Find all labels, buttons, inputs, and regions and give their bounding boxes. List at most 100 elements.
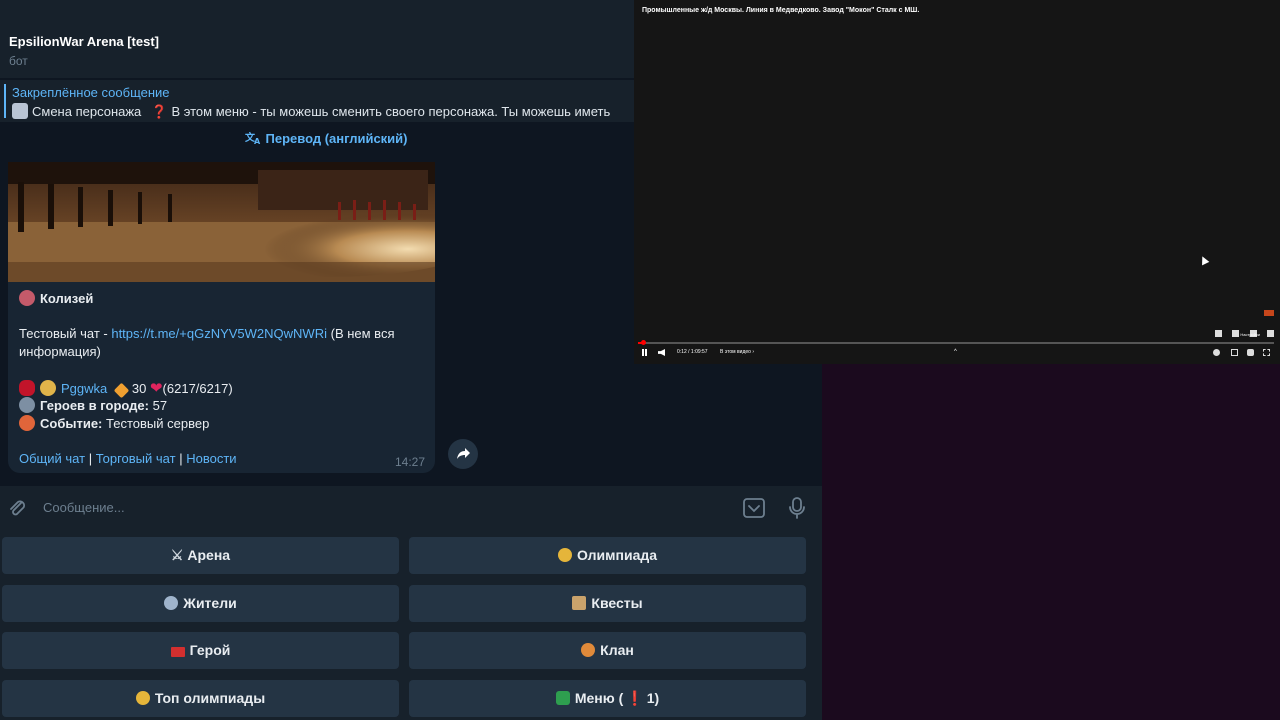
video-player[interactable]: Промышленные ж/д Москвы. Линия в Медведк…: [634, 0, 1280, 364]
pinned-text: В этом меню - ты можешь сменить своего п…: [171, 104, 611, 119]
kb-label: Жители: [183, 595, 237, 611]
video-chapter[interactable]: В этом видео ›: [720, 349, 754, 355]
kb-label: Герой: [189, 642, 231, 658]
heroes-count: 57: [152, 398, 168, 413]
kb-button-hero[interactable]: Герой: [2, 632, 399, 669]
test-chat-note: (В нем вся: [330, 326, 395, 341]
microphone-icon[interactable]: [786, 496, 808, 520]
message-composer: Сообщение...: [0, 486, 822, 530]
brush-icon: [19, 415, 35, 431]
medal-icon: [557, 548, 572, 562]
forward-button[interactable]: [448, 439, 478, 469]
translate-icon: 文 A: [245, 131, 261, 145]
pinned-accent-bar: [4, 84, 6, 118]
person-icon: [12, 103, 28, 119]
video-title: Промышленные ж/д Москвы. Линия в Медведк…: [642, 7, 920, 14]
message-input[interactable]: Сообщение...: [43, 500, 125, 515]
pinned-title: Закреплённое сообщение: [12, 85, 170, 100]
general-chat-link[interactable]: Общий чат: [19, 451, 85, 466]
event-label: Событие:: [40, 416, 103, 431]
medal-icon: [135, 691, 150, 705]
share-icon[interactable]: [1267, 330, 1274, 337]
cast-icon[interactable]: [1247, 349, 1254, 356]
paperclip-icon[interactable]: [6, 497, 28, 519]
kb-label: Олимпиада: [576, 547, 658, 563]
test-chat-line: Тестовый чат - https://t.me/+qGzNYV5W2NQ…: [19, 326, 394, 341]
kb-button-arena[interactable]: ⚔ Арена: [2, 537, 399, 574]
translate-button[interactable]: 文 A Перевод (английский): [245, 131, 408, 146]
crossed-swords-icon: ⚔: [170, 547, 184, 563]
red-exclamation-icon: ❗: [626, 690, 644, 706]
settings-label: Настройки: [1240, 332, 1260, 337]
flag-icon: [170, 647, 185, 657]
kb-button-menu[interactable]: Меню (❗ 1): [409, 680, 806, 717]
kb-label: Квесты: [591, 595, 643, 611]
people-icon: [19, 397, 35, 413]
link-separator: |: [88, 451, 93, 466]
bot-keyboard-icon[interactable]: [742, 496, 766, 520]
event-line: Событие: Тестовый сервер: [19, 415, 209, 431]
player-name[interactable]: Pggwka: [61, 381, 107, 396]
kb-label: Клан: [600, 642, 634, 658]
heart-icon: ❤: [149, 380, 163, 397]
kb-button-clan[interactable]: Клан: [409, 632, 806, 669]
chat-title[interactable]: EpsilionWar Arena [test]: [9, 34, 159, 49]
links-line: Общий чат | Торговый чат | Новости: [19, 451, 237, 466]
chevron-up-icon[interactable]: ^: [954, 349, 957, 355]
location-line: Колизей: [19, 290, 93, 306]
location-name: Колизей: [40, 291, 94, 306]
kb-button-quests[interactable]: Квесты: [409, 585, 806, 622]
kb-label: Топ олимпиады: [154, 690, 266, 706]
svg-text:A: A: [254, 137, 261, 145]
bot-keyboard: ⚔ Арена Олимпиада Жители Квесты Герой Кл…: [0, 530, 822, 720]
video-side-actions: Настройки: [1214, 324, 1274, 337]
message-bubble[interactable]: Колизей Тестовый чат - https://t.me/+qGz…: [8, 162, 435, 473]
settings-gear-icon[interactable]: [1213, 349, 1220, 356]
menu-icon: [555, 691, 570, 705]
scroll-icon: [572, 596, 587, 610]
player-line: Pggwka 30 ❤(6217/6217): [19, 379, 233, 399]
share-arrow-icon: [457, 448, 470, 459]
video-progress-bar[interactable]: [638, 340, 1274, 345]
miniplayer-icon[interactable]: [1231, 349, 1238, 356]
pinned-text-line: Смена персонажа ❓ В этом меню - ты можешь …: [12, 103, 632, 120]
kb-label: Арена: [187, 547, 231, 563]
volume-icon[interactable]: [658, 349, 665, 356]
pause-icon[interactable]: [642, 349, 647, 356]
video-chapter-label: В этом видео: [720, 349, 751, 355]
kb-button-olympiad-top[interactable]: Топ олимпиады: [2, 680, 399, 717]
video-overlay-badge: [1264, 310, 1274, 316]
player-hp: (6217/6217): [162, 381, 233, 396]
trade-chat-link[interactable]: Торговый чат: [96, 451, 176, 466]
test-chat-link[interactable]: https://t.me/+qGzNYV5W2NQwNWRi: [111, 326, 327, 341]
shield-icon: [581, 643, 596, 657]
building-icon: [19, 290, 35, 306]
event-value: Тестовый сервер: [106, 416, 210, 431]
translate-label: Перевод (английский): [265, 131, 408, 146]
news-link[interactable]: Новости: [186, 451, 236, 466]
like-icon[interactable]: [1214, 330, 1222, 337]
fullscreen-icon[interactable]: [1263, 349, 1270, 356]
message-time: 14:27: [394, 455, 425, 469]
heroes-line: Героев в городе: 57: [19, 397, 167, 413]
pinned-lead: Смена персонажа: [32, 104, 142, 119]
kb-label: Меню (: [574, 690, 624, 706]
video-time: 0:12 / 1:09:57: [677, 349, 708, 355]
test-chat-label: Тестовый чат -: [19, 326, 108, 341]
kb-label-tail: 1): [646, 690, 660, 706]
diamond-icon: [113, 382, 130, 399]
kb-button-residents[interactable]: Жители: [2, 585, 399, 622]
person-icon: [40, 380, 56, 396]
lips-icon: [19, 380, 35, 396]
kb-button-olympiad[interactable]: Олимпиада: [409, 537, 806, 574]
chat-subtitle: бот: [9, 54, 28, 68]
people-icon: [164, 596, 179, 610]
colosseum-image[interactable]: [8, 162, 435, 282]
red-question-icon: ❓: [151, 104, 168, 119]
video-scrubber[interactable]: [641, 340, 646, 345]
test-chat-note-line: информация): [19, 344, 101, 359]
link-separator: |: [179, 451, 183, 466]
heroes-label: Героев в городе:: [40, 398, 149, 413]
dislike-icon[interactable]: [1232, 330, 1240, 337]
player-level: 30: [131, 381, 147, 396]
